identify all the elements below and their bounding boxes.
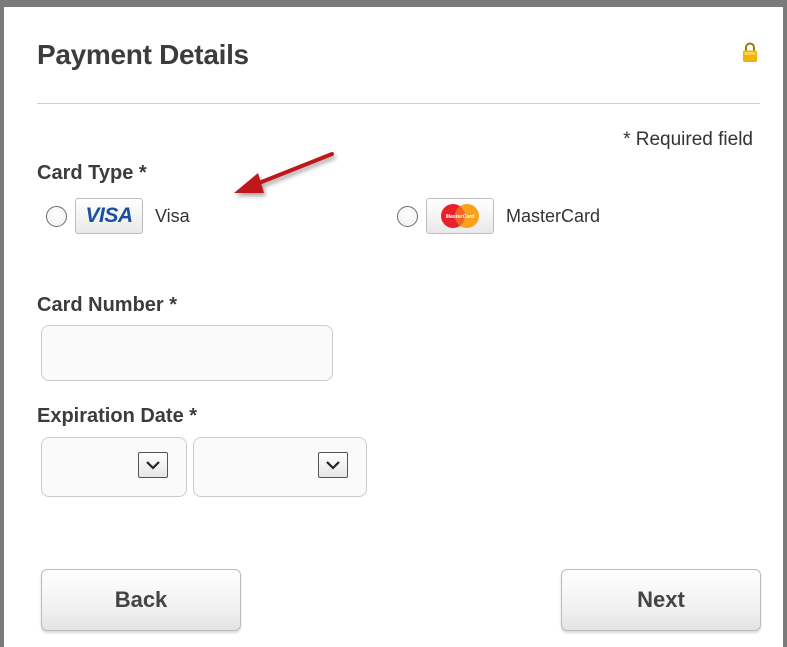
card-number-label: Card Number * [37, 294, 178, 316]
svg-text:MasterCard: MasterCard [446, 214, 475, 220]
annotation-arrow-icon [234, 152, 334, 193]
card-number-input[interactable] [41, 325, 333, 381]
expiration-year-select[interactable] [193, 437, 367, 497]
back-button[interactable]: Back [41, 569, 241, 631]
mastercard-radio[interactable] [397, 205, 418, 227]
visa-logo: VISA [75, 198, 143, 234]
mastercard-logo-icon: MasterCard [441, 204, 479, 228]
card-option-visa[interactable]: VISA Visa [46, 198, 190, 234]
panel-header: Payment Details [37, 37, 760, 104]
visa-radio[interactable] [46, 205, 67, 227]
next-button[interactable]: Next [561, 569, 761, 631]
card-option-mastercard[interactable]: MasterCard MasterCard [397, 198, 601, 234]
mastercard-logo: MasterCard [426, 198, 494, 234]
payment-panel: Payment Details * Required field Card Ty… [0, 0, 787, 647]
visa-label: Visa [155, 205, 190, 226]
chevron-down-icon[interactable] [138, 452, 168, 478]
required-field-note: * Required field [623, 129, 753, 150]
page-title: Payment Details [37, 39, 249, 70]
expiration-date-label: Expiration Date * [37, 405, 198, 427]
chevron-down-icon[interactable] [318, 452, 348, 478]
lock-icon [743, 42, 757, 62]
card-type-label: Card Type * [37, 162, 147, 184]
mastercard-label: MasterCard [506, 205, 601, 226]
expiration-month-select[interactable] [41, 437, 187, 497]
